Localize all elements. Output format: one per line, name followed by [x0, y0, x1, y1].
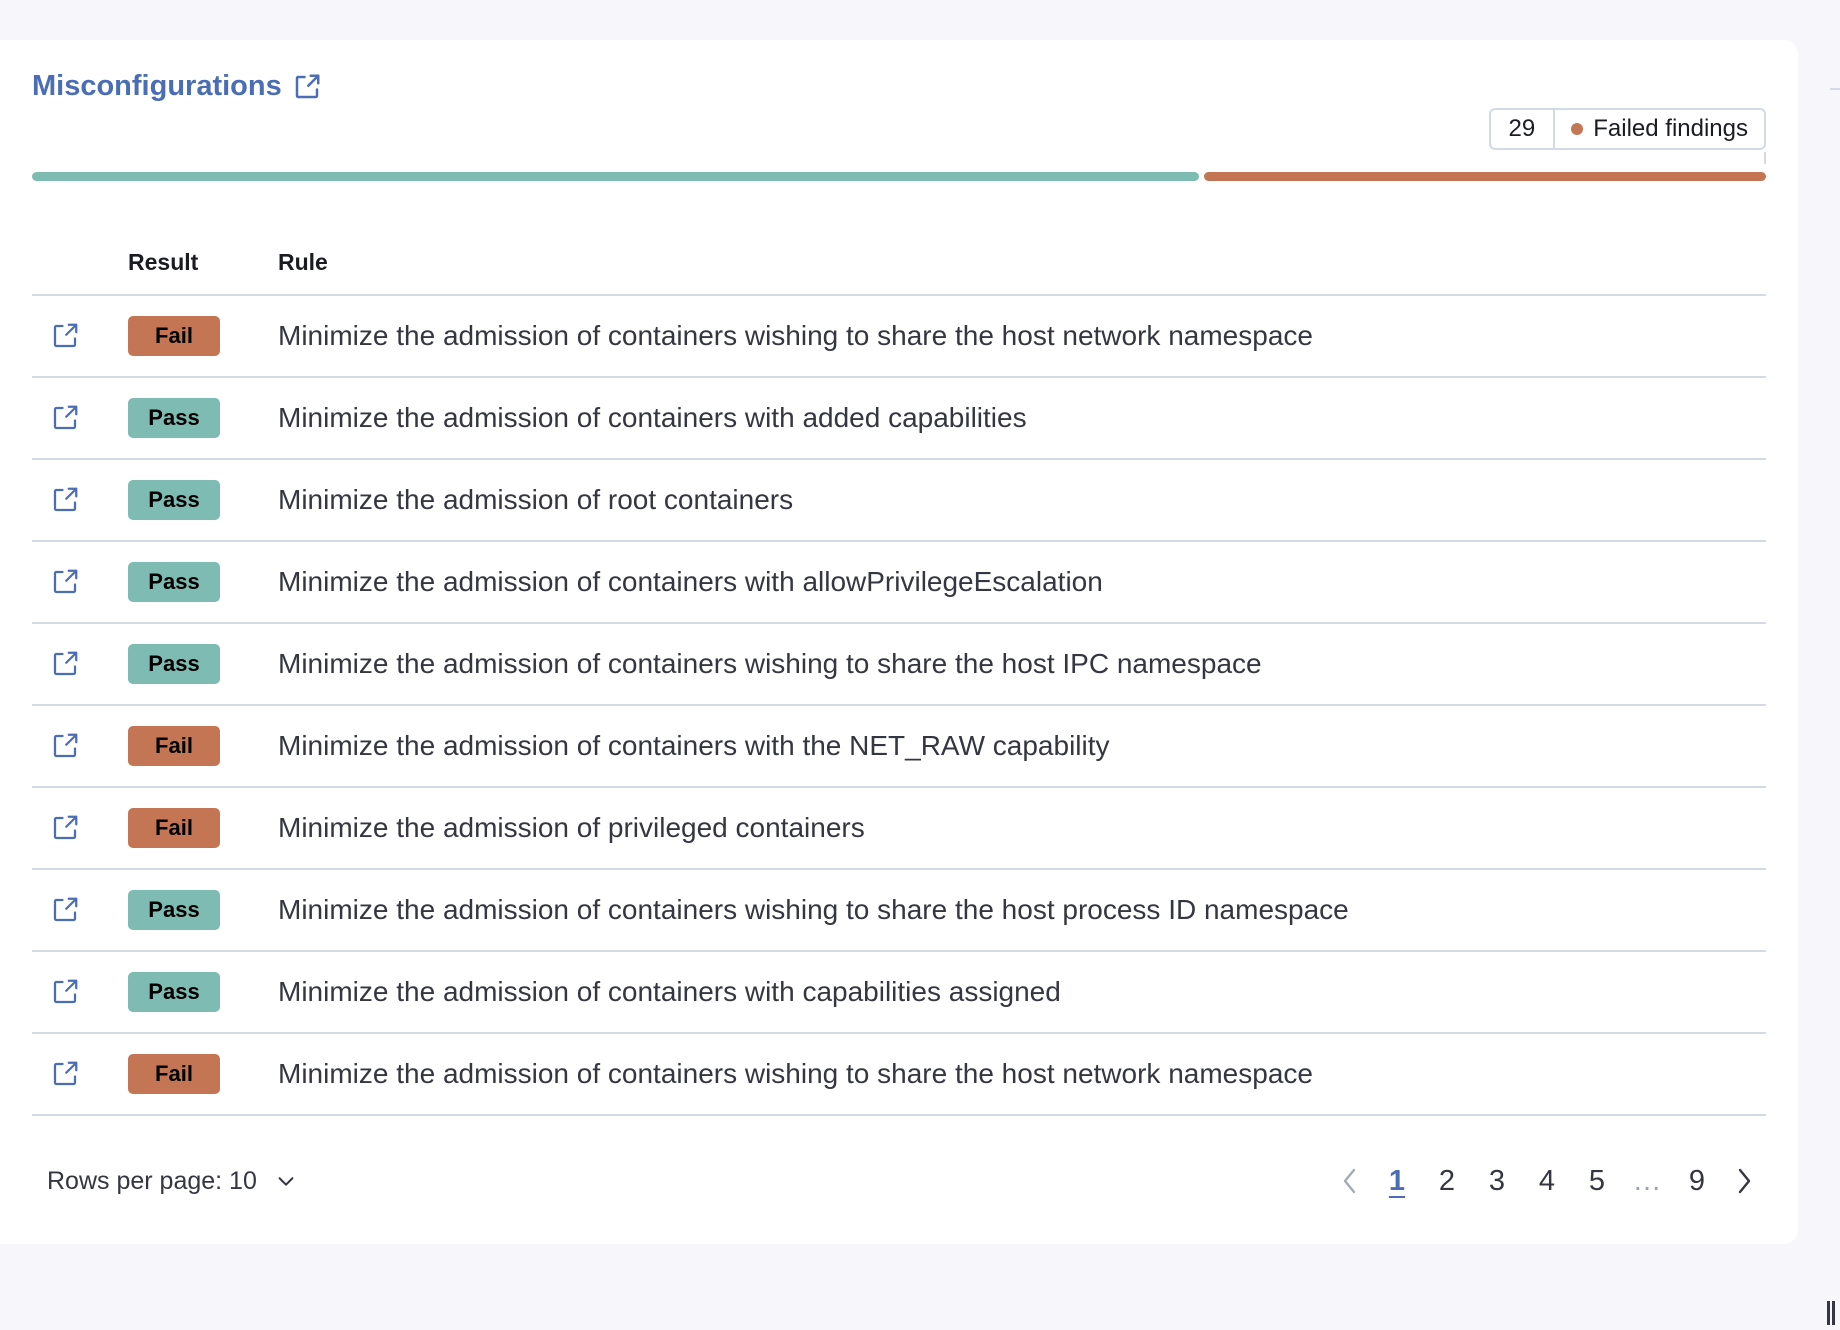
pass-badge: Pass — [128, 890, 220, 930]
table-row: Pass Minimize the admission of containers… — [32, 624, 1766, 706]
result-cell: Fail — [128, 1054, 278, 1094]
result-cell: Pass — [128, 890, 278, 930]
row-link-cell — [32, 895, 128, 925]
row-link-cell — [32, 1059, 128, 1089]
row-link-cell — [32, 321, 128, 351]
external-link-icon[interactable] — [50, 1059, 80, 1089]
misconfigurations-title-link[interactable]: Misconfigurations — [32, 70, 322, 103]
pass-badge: Pass — [128, 972, 220, 1012]
rule-name: Minimize the admission of containers wit… — [278, 730, 1110, 761]
previous-page-button[interactable] — [1328, 1166, 1372, 1196]
page-button-9[interactable]: 9 — [1672, 1165, 1722, 1198]
fail-dot-icon — [1571, 123, 1584, 135]
findings-distribution-bar — [32, 172, 1766, 181]
rule-name: Minimize the admission of root container… — [278, 484, 794, 515]
row-link-cell — [32, 977, 128, 1007]
failed-findings-count: 29 — [1491, 110, 1556, 148]
failed-findings-label-wrap: Failed findings — [1555, 110, 1764, 148]
fail-badge: Fail — [128, 726, 220, 766]
table-row: Pass Minimize the admission of containers… — [32, 542, 1766, 624]
rule-name: Minimize the admission of containers wis… — [278, 894, 1349, 925]
table-row: Pass Minimize the admission of containers… — [32, 952, 1766, 1034]
row-link-cell — [32, 403, 128, 433]
external-link-icon — [295, 74, 320, 98]
rule-name: Minimize the admission of containers wit… — [278, 566, 1103, 597]
failed-findings-label: Failed findings — [1593, 115, 1748, 142]
fail-badge: Fail — [128, 316, 220, 356]
external-link-icon[interactable] — [50, 649, 80, 679]
pass-badge: Pass — [128, 644, 220, 684]
rule-name: Minimize the admission of containers wis… — [278, 1058, 1313, 1089]
chevron-left-icon — [1343, 1168, 1356, 1194]
result-cell: Fail — [128, 808, 278, 848]
rule-name: Minimize the admission of privileged con… — [278, 812, 865, 843]
result-cell: Pass — [128, 562, 278, 602]
pagination: 1 2 3 4 5 … 9 — [1328, 1165, 1766, 1198]
page-button-2[interactable]: 2 — [1422, 1165, 1472, 1198]
result-cell: Pass — [128, 398, 278, 438]
fail-badge: Fail — [128, 1054, 220, 1094]
row-link-cell — [32, 485, 128, 515]
result-cell: Fail — [128, 726, 278, 766]
external-link-icon[interactable] — [50, 485, 80, 515]
result-cell: Fail — [128, 316, 278, 356]
table-body: Fail Minimize the admission of containers… — [32, 296, 1766, 1116]
external-link-icon[interactable] — [50, 813, 80, 843]
table-row: Fail Minimize the admission of privileged… — [32, 788, 1766, 870]
table-row: Fail Minimize the admission of containers… — [32, 1034, 1766, 1116]
rule-name: Minimize the admission of containers wit… — [278, 976, 1061, 1007]
table-footer: Rows per page: 10 1 2 3 4 5 … 9 — [47, 1156, 1766, 1206]
failed-findings-segment — [1204, 172, 1766, 181]
table-row: Fail Minimize the admission of containers… — [32, 706, 1766, 788]
page-button-3[interactable]: 3 — [1472, 1165, 1522, 1198]
external-link-icon[interactable] — [50, 567, 80, 597]
rule-name: Minimize the admission of containers wis… — [278, 648, 1262, 679]
next-page-button[interactable] — [1722, 1166, 1766, 1196]
pass-badge: Pass — [128, 398, 220, 438]
chevron-right-icon — [1738, 1168, 1751, 1194]
page-ellipsis: … — [1632, 1164, 1662, 1197]
side-divider — [1830, 88, 1840, 90]
external-link-icon[interactable] — [50, 731, 80, 761]
row-link-cell — [32, 813, 128, 843]
card-title: Misconfigurations — [32, 70, 282, 102]
page-button-5[interactable]: 5 — [1572, 1165, 1622, 1198]
table-row: Pass Minimize the admission of containers… — [32, 870, 1766, 952]
chevron-down-icon — [278, 1177, 294, 1186]
external-link-icon[interactable] — [50, 403, 80, 433]
pass-badge: Pass — [128, 480, 220, 520]
resize-handle[interactable] — [1827, 1301, 1837, 1325]
page-list: 1 2 3 4 5 … 9 — [1372, 1165, 1722, 1198]
header-rule: Rule — [278, 248, 328, 275]
fail-badge: Fail — [128, 808, 220, 848]
rows-per-page-label: Rows per page: 10 — [47, 1166, 257, 1195]
external-link-icon[interactable] — [50, 977, 80, 1007]
result-cell: Pass — [128, 480, 278, 520]
table-header: Result Rule — [32, 230, 1766, 296]
row-link-cell — [32, 731, 128, 761]
external-link-icon[interactable] — [50, 321, 80, 351]
table-row: Pass Minimize the admission of root conta… — [32, 460, 1766, 542]
pass-badge: Pass — [128, 562, 220, 602]
rows-per-page-select[interactable]: Rows per page: 10 — [47, 1167, 297, 1196]
findings-table: Result Rule Fail Minimize the admission o… — [32, 230, 1766, 1116]
row-link-cell — [32, 567, 128, 597]
header-result: Result — [128, 248, 199, 275]
page-button-4[interactable]: 4 — [1522, 1165, 1572, 1198]
passed-findings-segment — [32, 172, 1200, 181]
failed-findings-legend: 29 Failed findings — [1488, 108, 1766, 150]
legend-tick — [1764, 152, 1766, 164]
table-row: Fail Minimize the admission of containers… — [32, 296, 1766, 378]
rule-name: Minimize the admission of containers wis… — [278, 320, 1313, 351]
rule-name: Minimize the admission of containers wit… — [278, 402, 1027, 433]
external-link-icon[interactable] — [50, 895, 80, 925]
result-cell: Pass — [128, 972, 278, 1012]
page-button-1[interactable]: 1 — [1372, 1165, 1422, 1198]
table-row: Pass Minimize the admission of containers… — [32, 378, 1766, 460]
result-cell: Pass — [128, 644, 278, 684]
row-link-cell — [32, 649, 128, 679]
